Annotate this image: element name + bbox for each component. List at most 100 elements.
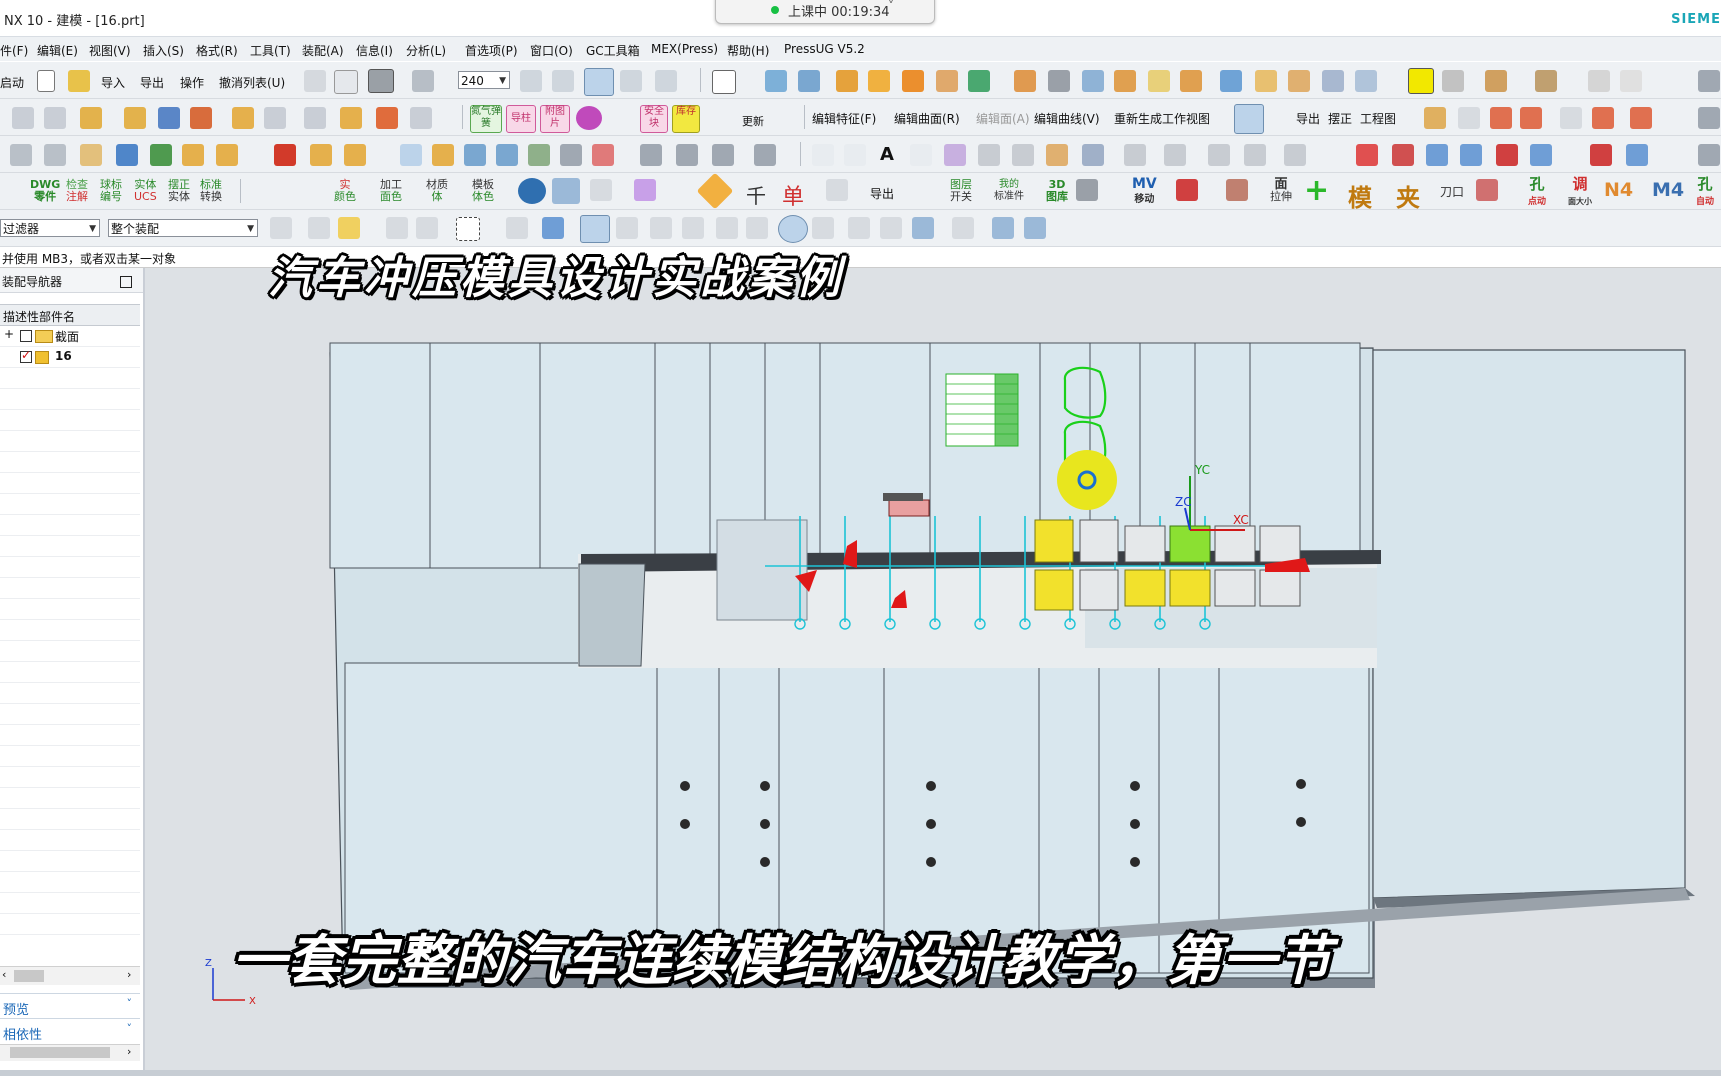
gas-spring-button[interactable]: 氮气弹簧	[470, 105, 502, 133]
form-station[interactable]	[1124, 525, 1166, 563]
preview-panel[interactable]: 预览 ˅	[0, 993, 140, 1018]
correct-button[interactable]: 摆正	[1328, 110, 1352, 127]
label-icon[interactable]	[216, 144, 238, 166]
mv-move-button[interactable]: MV 移动	[1132, 177, 1157, 207]
form-station[interactable]	[1169, 525, 1211, 563]
place-solid-button[interactable]: 摆正 实体	[168, 179, 190, 203]
red-tool-icon[interactable]	[1356, 144, 1378, 166]
ball-number-button[interactable]: 球标 编号	[100, 179, 122, 203]
form-station[interactable]	[1214, 525, 1256, 563]
box2-icon[interactable]	[344, 144, 366, 166]
edit-feature-menu[interactable]: 编辑特征(F)	[812, 110, 876, 127]
feature-icon[interactable]	[836, 70, 858, 92]
view-cube-icon[interactable]	[1024, 217, 1046, 239]
sweep-icon[interactable]	[560, 144, 582, 166]
menu-preferences[interactable]: 首选项(P)	[465, 42, 518, 59]
panel-scrollbar[interactable]: ›	[0, 1044, 140, 1061]
plate-icon[interactable]	[1496, 144, 1518, 166]
existing-point-icon[interactable]	[848, 217, 870, 239]
standard-convert-button[interactable]: 标准 转换	[200, 179, 222, 203]
my-standard-button[interactable]: 我的 标准件	[994, 179, 1024, 203]
more-icon[interactable]	[1698, 107, 1720, 129]
mascot-icon[interactable]	[576, 106, 602, 130]
spline-tool-icon[interactable]	[1592, 107, 1614, 129]
form-station[interactable]	[1214, 569, 1256, 607]
mold-button[interactable]: 模	[1348, 178, 1372, 213]
component-icon[interactable]	[44, 107, 66, 129]
tree-row[interactable]: ✓ 16	[0, 346, 140, 368]
clamp-button[interactable]: 夹	[1396, 178, 1420, 213]
chevron-down-icon[interactable]: ˅	[888, 0, 894, 13]
perpendicular-icon[interactable]	[746, 217, 768, 239]
chain-link-icon[interactable]	[1234, 104, 1264, 134]
add-component-icon[interactable]	[80, 107, 102, 129]
solid-ucs-button[interactable]: 实体 UCS	[134, 179, 157, 203]
horizontal-scrollbar[interactable]: ‹ ›	[0, 966, 140, 985]
sphere-icon[interactable]	[552, 178, 580, 204]
gear-icon[interactable]	[634, 179, 656, 201]
hammer-icon[interactable]	[1485, 70, 1507, 92]
form-station[interactable]	[1124, 569, 1166, 607]
form-station[interactable]	[1034, 569, 1074, 611]
shell-icon[interactable]	[1082, 70, 1104, 92]
scale-icon[interactable]	[1244, 144, 1266, 166]
array-icon[interactable]	[232, 107, 254, 129]
sheet-icon[interactable]	[1148, 70, 1170, 92]
cube-icon[interactable]	[1220, 70, 1242, 92]
mid-point-icon[interactable]	[650, 217, 672, 239]
mirror-icon[interactable]	[158, 107, 180, 129]
join-icon[interactable]	[1082, 144, 1104, 166]
thousand-button[interactable]: 千	[746, 180, 766, 209]
regenerate-view-button[interactable]: 重新生成工作视图	[1114, 110, 1210, 127]
red-block-icon[interactable]	[274, 144, 296, 166]
move-component-icon[interactable]	[124, 107, 146, 129]
attach-image-button[interactable]: 附图片	[540, 105, 570, 133]
wcs-icon[interactable]	[584, 68, 614, 96]
recording-indicator[interactable]: 上课中 00:19:34 ˅	[715, 0, 935, 24]
menu-help[interactable]: 帮助(H)	[727, 42, 769, 59]
mirror-curve-icon[interactable]	[1284, 144, 1306, 166]
feature2-icon[interactable]	[868, 70, 890, 92]
solid-icon[interactable]	[1114, 70, 1136, 92]
edit-surface-menu[interactable]: 编辑曲面(R)	[894, 110, 960, 127]
pack-icon[interactable]	[182, 144, 204, 166]
warning-diamond-icon[interactable]	[696, 172, 734, 210]
globe-icon[interactable]	[518, 178, 546, 204]
eraser-icon[interactable]	[80, 144, 102, 166]
note-tool-icon[interactable]	[1560, 107, 1582, 129]
brush-icon[interactable]	[1442, 70, 1464, 92]
table-icon[interactable]	[1588, 70, 1610, 92]
start-button[interactable]: 启动	[0, 74, 24, 91]
point-on-curve-icon[interactable]	[880, 217, 902, 239]
menu-gc-toolbox[interactable]: GC工具箱	[586, 42, 640, 59]
grid-icon[interactable]	[496, 144, 518, 166]
menu-pressug[interactable]: PressUG V5.2	[784, 42, 865, 56]
arc-tool-icon[interactable]	[1490, 107, 1512, 129]
blend-icon[interactable]	[592, 144, 614, 166]
end-point-icon[interactable]	[616, 217, 638, 239]
explode-icon[interactable]	[264, 107, 286, 129]
form-station[interactable]	[1034, 519, 1074, 563]
csys-icon[interactable]	[334, 70, 358, 94]
adjust-face-button[interactable]: 调面大小	[1568, 177, 1592, 209]
spring2-icon[interactable]	[1076, 179, 1098, 201]
trim-curve-icon[interactable]	[1164, 144, 1186, 166]
arc-icon[interactable]	[844, 144, 866, 166]
p-tool-icon[interactable]	[1408, 68, 1434, 94]
point-icon[interactable]	[968, 70, 990, 92]
box-icon[interactable]	[310, 144, 332, 166]
edit-face-menu[interactable]: 编辑面(A)	[976, 110, 1030, 127]
offset-tool-icon[interactable]	[1630, 107, 1652, 129]
project-icon[interactable]	[978, 144, 1000, 166]
block3-icon[interactable]	[1476, 179, 1498, 201]
wire-cube-icon[interactable]	[1355, 70, 1377, 92]
loft-icon[interactable]	[640, 144, 662, 166]
filter-funnel-icon[interactable]	[338, 217, 360, 239]
rect-icon[interactable]	[400, 144, 422, 166]
hole-jog-button[interactable]: 孔点动	[1528, 177, 1546, 210]
unchecked-checkbox[interactable]	[20, 330, 32, 342]
body-select-icon[interactable]	[506, 217, 528, 239]
m4-button[interactable]: M4	[1652, 179, 1684, 201]
patch-icon[interactable]	[676, 144, 698, 166]
template-color-button[interactable]: 模板 体色	[472, 179, 494, 203]
